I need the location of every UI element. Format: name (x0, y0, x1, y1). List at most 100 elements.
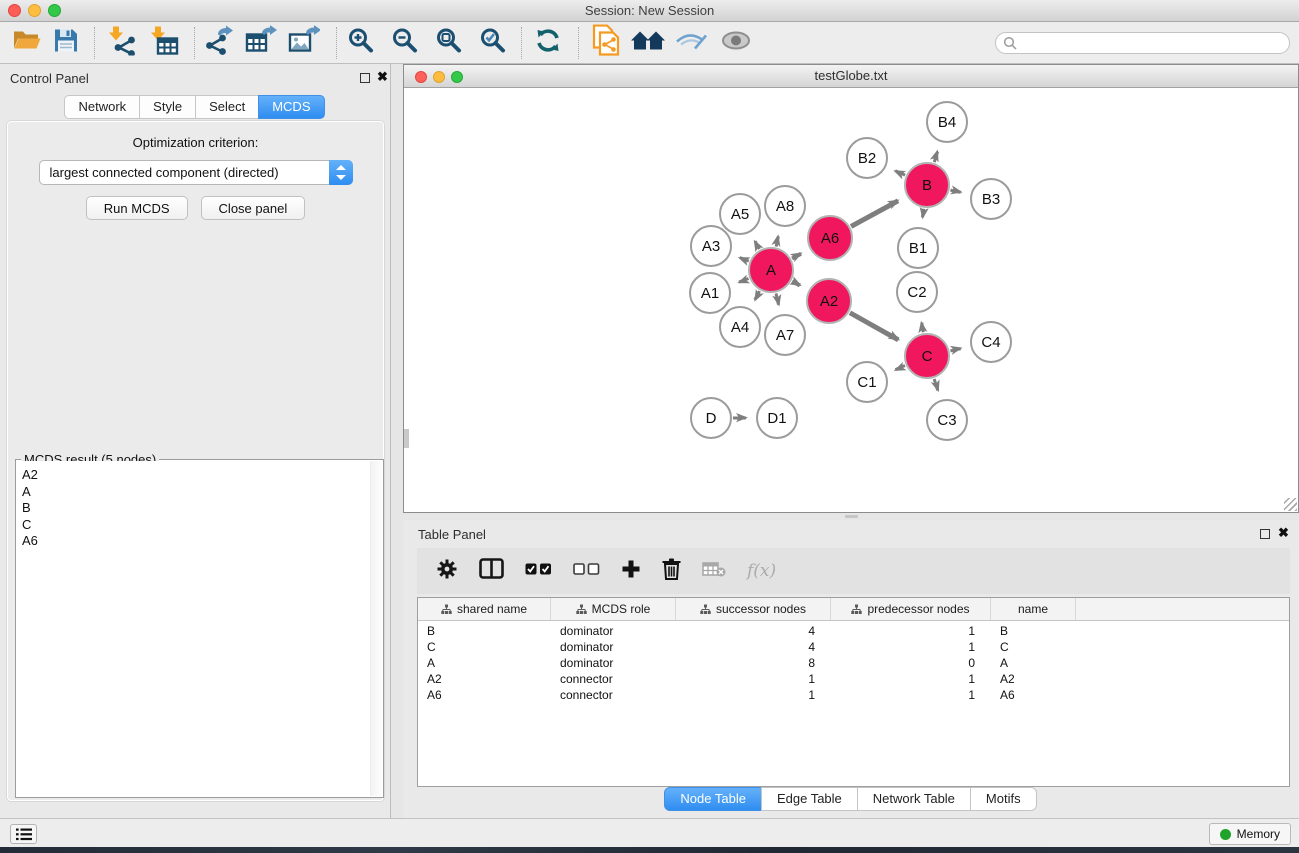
graph-node-B1[interactable]: B1 (897, 227, 939, 269)
table-cell[interactable]: 1 (831, 687, 991, 703)
close-panel-icon[interactable]: ✖ (377, 69, 388, 85)
graph-node-A5[interactable]: A5 (719, 193, 761, 235)
add-column-icon[interactable] (621, 559, 641, 584)
table-cell[interactable]: B (418, 623, 551, 639)
edge-C-C3[interactable] (934, 379, 938, 391)
zoom-fit-icon[interactable] (434, 25, 464, 60)
result-item[interactable]: A2 (22, 467, 382, 484)
table-cell[interactable]: A2 (991, 671, 1076, 687)
export-image-icon[interactable] (288, 25, 320, 60)
graph-node-D1[interactable]: D1 (756, 397, 798, 439)
tab-edge-table[interactable]: Edge Table (761, 787, 858, 811)
graph-node-B2[interactable]: B2 (846, 137, 888, 179)
tab-motifs[interactable]: Motifs (970, 787, 1037, 811)
graph-node-C[interactable]: C (904, 333, 950, 379)
table-cell[interactable]: 1 (831, 671, 991, 687)
edge-B-B4[interactable] (934, 152, 937, 163)
graph-node-A7[interactable]: A7 (764, 314, 806, 356)
graph-node-C1[interactable]: C1 (846, 361, 888, 403)
graph-node-C4[interactable]: C4 (970, 321, 1012, 363)
graph-node-A[interactable]: A (748, 247, 794, 293)
first-neighbors-homes-icon[interactable] (630, 28, 666, 57)
edge-A-A3[interactable] (740, 258, 749, 262)
table-float-panel-icon[interactable] (1260, 529, 1270, 539)
graph-node-A2[interactable]: A2 (806, 278, 852, 324)
edge-C-C1[interactable] (895, 366, 905, 370)
zoom-out-icon[interactable] (390, 25, 420, 60)
edge-A2-C[interactable] (850, 313, 898, 340)
zoom-window-button[interactable] (48, 4, 61, 17)
tab-network[interactable]: Network (64, 95, 140, 119)
tab-network-table[interactable]: Network Table (857, 787, 971, 811)
close-window-button[interactable] (8, 4, 21, 17)
network-canvas[interactable]: AA1A2A3A4A5A6A7A8BB1B2B3B4CC1C2C3C4DD1 (404, 88, 1298, 512)
close-panel-button[interactable]: Close panel (201, 196, 306, 220)
refresh-icon[interactable] (535, 27, 562, 59)
edge-A6-B[interactable] (851, 201, 898, 227)
graph-node-B4[interactable]: B4 (926, 101, 968, 143)
show-column-icon[interactable] (479, 558, 504, 584)
column-header-successor-nodes[interactable]: successor nodes (676, 598, 831, 620)
minimize-window-button[interactable] (28, 4, 41, 17)
export-table-icon[interactable] (245, 25, 277, 60)
task-history-button[interactable] (10, 824, 37, 844)
graph-node-A6[interactable]: A6 (807, 215, 853, 261)
dropdown-stepper-icon[interactable] (329, 160, 353, 185)
criterion-dropdown[interactable]: largest connected component (directed) (39, 160, 353, 185)
graph-node-A8[interactable]: A8 (764, 185, 806, 227)
open-session-icon[interactable] (11, 27, 43, 58)
edge-A-A5[interactable] (755, 241, 759, 249)
table-close-panel-icon[interactable]: ✖ (1278, 525, 1289, 541)
table-cell[interactable]: C (418, 639, 551, 655)
table-cell[interactable]: 1 (831, 639, 991, 655)
column-header-predecessor-nodes[interactable]: predecessor nodes (831, 598, 991, 620)
edge-A-A7[interactable] (776, 293, 778, 304)
edge-A-A8[interactable] (776, 236, 778, 246)
split-divider-handle[interactable] (845, 515, 858, 518)
graph-node-B3[interactable]: B3 (970, 178, 1012, 220)
import-network-icon[interactable] (107, 25, 137, 60)
table-cell[interactable]: 0 (831, 655, 991, 671)
edge-A-A4[interactable] (755, 291, 760, 300)
result-scrollbar[interactable] (370, 461, 382, 796)
import-table-icon[interactable] (149, 25, 179, 60)
table-cell[interactable]: A (418, 655, 551, 671)
table-row[interactable]: Adominator80A (418, 655, 1289, 671)
graph-node-A4[interactable]: A4 (719, 306, 761, 348)
table-cell[interactable]: A (991, 655, 1076, 671)
search-input[interactable] (995, 32, 1290, 54)
graph-node-B[interactable]: B (904, 162, 950, 208)
table-cell[interactable]: A6 (418, 687, 551, 703)
graph-node-A1[interactable]: A1 (689, 272, 731, 314)
table-cell[interactable]: connector (551, 671, 676, 687)
edge-B-B2[interactable] (895, 171, 905, 175)
network-minimize-button[interactable] (433, 71, 445, 83)
edge-B-B1[interactable] (922, 209, 923, 218)
graph-node-A3[interactable]: A3 (690, 225, 732, 267)
table-cell[interactable]: A6 (991, 687, 1076, 703)
table-cell[interactable]: 1 (676, 671, 831, 687)
delete-column-trash-icon[interactable] (662, 558, 681, 585)
table-cell[interactable]: A2 (418, 671, 551, 687)
result-item[interactable]: B (22, 500, 382, 517)
column-header-shared-name[interactable]: shared name (418, 598, 551, 620)
run-mcds-button[interactable]: Run MCDS (86, 196, 188, 220)
result-item[interactable]: A6 (22, 533, 382, 550)
table-row[interactable]: Cdominator41C (418, 639, 1289, 655)
hide-selected-eye-icon[interactable] (675, 28, 707, 57)
table-cell[interactable]: dominator (551, 639, 676, 655)
network-close-button[interactable] (415, 71, 427, 83)
window-edge-handle[interactable] (404, 429, 409, 448)
memory-button[interactable]: Memory (1209, 823, 1291, 845)
tab-style[interactable]: Style (139, 95, 196, 119)
zoom-selected-icon[interactable] (478, 25, 508, 60)
table-row[interactable]: Bdominator41B (418, 623, 1289, 639)
table-cell[interactable]: 4 (676, 639, 831, 655)
graph-node-D[interactable]: D (690, 397, 732, 439)
table-cell[interactable]: 4 (676, 623, 831, 639)
deselect-all-icon[interactable] (573, 562, 600, 580)
table-cell[interactable]: B (991, 623, 1076, 639)
table-cell[interactable]: dominator (551, 623, 676, 639)
table-settings-gear-icon[interactable] (436, 558, 458, 585)
save-session-icon[interactable] (53, 27, 79, 58)
